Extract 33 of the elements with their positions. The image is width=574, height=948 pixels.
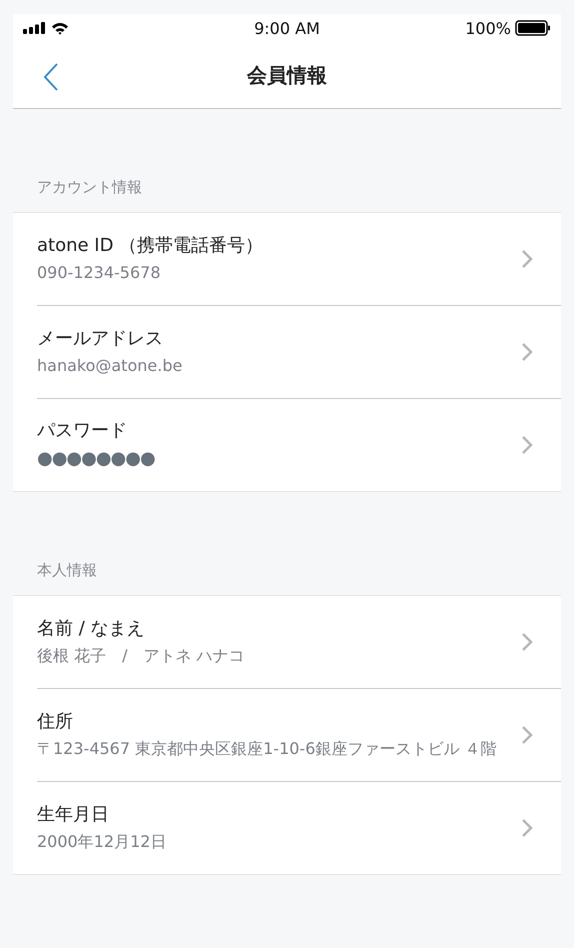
row-label: パスワード: [37, 418, 127, 442]
back-chevron-icon: [43, 62, 59, 92]
row-label: atone ID （携帯電話番号）: [37, 234, 264, 258]
settings-row[interactable]: 名前 / なまえ 後根 花子 / アトネ ハナコ: [13, 596, 561, 688]
settings-row[interactable]: メールアドレス hanako@atone.be: [37, 305, 561, 398]
chevron-right-icon: [521, 249, 533, 269]
battery-icon: [514, 20, 551, 36]
settings-row[interactable]: パスワード ●●●●●●●●: [37, 398, 561, 491]
settings-row[interactable]: atone ID （携帯電話番号） 090-1234-5678: [13, 213, 561, 305]
row-value: 〒123-4567 東京都中央区銀座1-10-6銀座ファーストビル ４階: [37, 738, 496, 760]
row-label: 名前 / なまえ: [37, 617, 145, 640]
section-heading: 本人情報: [37, 561, 97, 579]
row-label: 生年月日: [37, 803, 109, 826]
chevron-right-icon: [521, 818, 533, 838]
row-value: 後根 花子 / アトネ ハナコ: [37, 645, 245, 668]
page-title: 会員情報: [247, 62, 327, 88]
row-label: メールアドレス: [37, 327, 163, 350]
settings-row[interactable]: 住所 〒123-4567 東京都中央区銀座1-10-6銀座ファーストビル ４階: [37, 688, 561, 781]
section-heading: アカウント情報: [37, 178, 142, 196]
settings-row[interactable]: 生年月日 2000年12月12日: [37, 781, 561, 874]
masked-password: ●●●●●●●●: [37, 446, 155, 471]
chevron-right-icon: [521, 435, 533, 455]
signal-icon: [23, 22, 47, 34]
row-value: hanako@atone.be: [37, 355, 182, 378]
chevron-right-icon: [521, 725, 533, 745]
row-value: 090-1234-5678: [37, 262, 161, 284]
status-time: 9:00 AM: [254, 18, 320, 38]
row-label: 住所: [37, 710, 73, 734]
chevron-right-icon: [521, 632, 533, 652]
row-value: 2000年12月12日: [37, 831, 166, 854]
battery-percent: 100%: [465, 18, 511, 38]
chevron-right-icon: [521, 342, 533, 362]
wifi-icon: [51, 22, 69, 34]
